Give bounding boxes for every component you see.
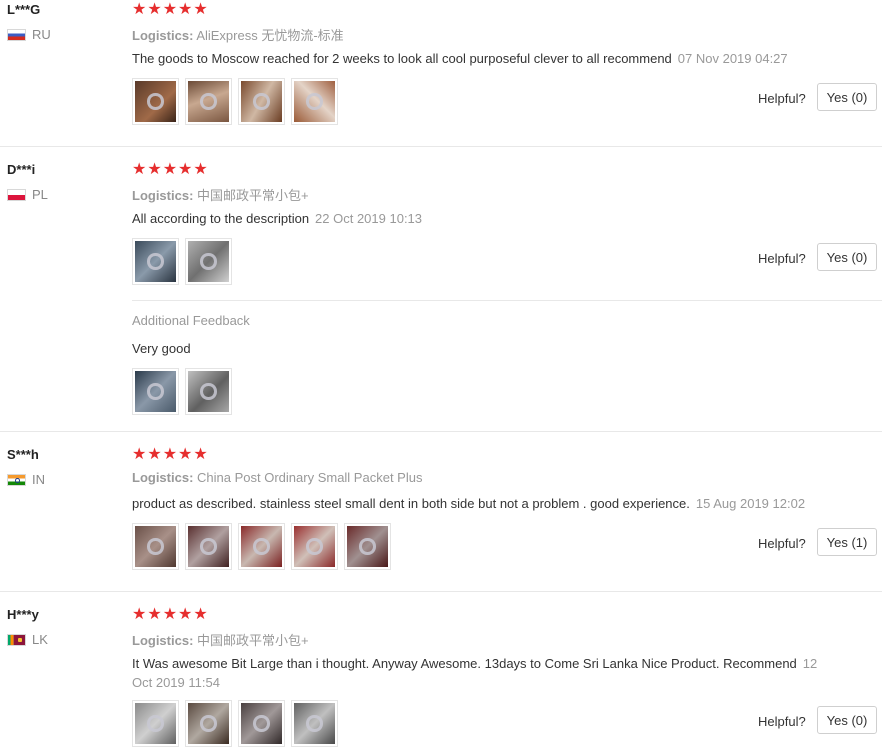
country-code: LK — [32, 632, 48, 647]
review-photo[interactable] — [185, 238, 232, 285]
review-body: The goods to Moscow reached for 2 weeks … — [132, 51, 672, 66]
logistics-label: Logistics: — [132, 188, 194, 203]
review-text: The goods to Moscow reached for 2 weeks … — [132, 49, 788, 68]
review-divider — [0, 146, 882, 147]
logistics-info: Logistics: China Post Ordinary Small Pac… — [132, 470, 422, 485]
poland-flag-icon — [7, 188, 26, 201]
reviewer-country: RU — [7, 27, 51, 42]
helpful-yes-button[interactable]: Yes (0) — [817, 706, 877, 734]
sri-lanka-flag-icon — [7, 633, 26, 646]
helpful-label: Helpful? — [758, 91, 806, 106]
country-code: RU — [32, 27, 51, 42]
review-photo[interactable] — [185, 78, 232, 125]
review-divider — [0, 431, 882, 432]
review-photo[interactable] — [238, 78, 285, 125]
star-rating: ★★★★★ — [132, 606, 209, 623]
logistics-info: Logistics: AliExpress 无忧物流-标准 — [132, 25, 344, 44]
helpful-label: Helpful? — [758, 714, 806, 729]
logistics-label: Logistics: — [132, 28, 194, 43]
review-photo[interactable] — [185, 368, 232, 415]
review-date: 15 Aug 2019 12:02 — [695, 496, 806, 511]
logistics-value: 中国邮政平常小包+ — [197, 188, 309, 203]
review-photo[interactable] — [291, 523, 338, 570]
reviewer-name: D***i — [7, 162, 36, 177]
logistics-label: Logistics: — [132, 470, 194, 485]
review-text: product as described. stainless steel sm… — [132, 494, 805, 513]
review-body: product as described. stainless steel sm… — [132, 496, 690, 511]
review-photo[interactable] — [344, 523, 391, 570]
review-photo[interactable] — [132, 78, 179, 125]
review-date-continued: Oct 2019 11:54 — [132, 675, 220, 690]
reviewer-name: L***G — [7, 2, 41, 17]
review-text: All according to the description 22 Oct 2… — [132, 209, 422, 228]
review-date: 22 Oct 2019 10:13 — [315, 211, 423, 226]
helpful-yes-button[interactable]: Yes (0) — [817, 83, 877, 111]
helpful-yes-button[interactable]: Yes (0) — [817, 243, 877, 271]
helpful-label: Helpful? — [758, 536, 806, 551]
review-photo[interactable] — [132, 368, 179, 415]
logistics-value: AliExpress 无忧物流-标准 — [196, 28, 344, 43]
review-date: 07 Nov 2019 04:27 — [677, 51, 788, 66]
review-photo[interactable] — [238, 523, 285, 570]
star-rating: ★★★★★ — [132, 161, 209, 178]
logistics-info: Logistics: 中国邮政平常小包+ — [132, 630, 309, 649]
review-body: It Was awesome Bit Large than i thought.… — [132, 656, 797, 671]
logistics-value: China Post Ordinary Small Packet Plus — [197, 470, 423, 485]
reviewer-name: S***h — [7, 447, 39, 462]
review-photos — [132, 523, 391, 570]
reviewer-country: LK — [7, 632, 48, 647]
review-photo[interactable] — [132, 238, 179, 285]
additional-feedback-divider — [132, 300, 882, 301]
review-photo[interactable] — [238, 700, 285, 747]
india-flag-icon — [7, 473, 26, 486]
review-photos — [132, 700, 338, 747]
review-photo[interactable] — [185, 700, 232, 747]
review-photo[interactable] — [291, 78, 338, 125]
review-photo[interactable] — [132, 523, 179, 570]
review-divider — [0, 591, 882, 592]
review-photos — [132, 238, 232, 285]
country-code: PL — [32, 187, 48, 202]
review-photo[interactable] — [132, 700, 179, 747]
additional-feedback-photos — [132, 368, 232, 415]
logistics-value: 中国邮政平常小包+ — [197, 633, 309, 648]
helpful-yes-button[interactable]: Yes (1) — [817, 528, 877, 556]
review-body: All according to the description — [132, 211, 310, 226]
star-rating: ★★★★★ — [132, 1, 209, 18]
logistics-label: Logistics: — [132, 633, 194, 648]
russia-flag-icon — [7, 28, 26, 41]
review-photos — [132, 78, 338, 125]
reviewer-name: H***y — [7, 607, 39, 622]
additional-feedback-text: Very good — [132, 341, 191, 356]
reviewer-country: IN — [7, 472, 45, 487]
star-rating: ★★★★★ — [132, 446, 209, 463]
reviewer-country: PL — [7, 187, 48, 202]
review-date: 12 — [802, 656, 818, 671]
review-photo[interactable] — [291, 700, 338, 747]
country-code: IN — [32, 472, 45, 487]
review-photo[interactable] — [185, 523, 232, 570]
additional-feedback-title: Additional Feedback — [132, 313, 250, 328]
helpful-label: Helpful? — [758, 251, 806, 266]
logistics-info: Logistics: 中国邮政平常小包+ — [132, 185, 309, 204]
review-text: It Was awesome Bit Large than i thought.… — [132, 654, 827, 692]
